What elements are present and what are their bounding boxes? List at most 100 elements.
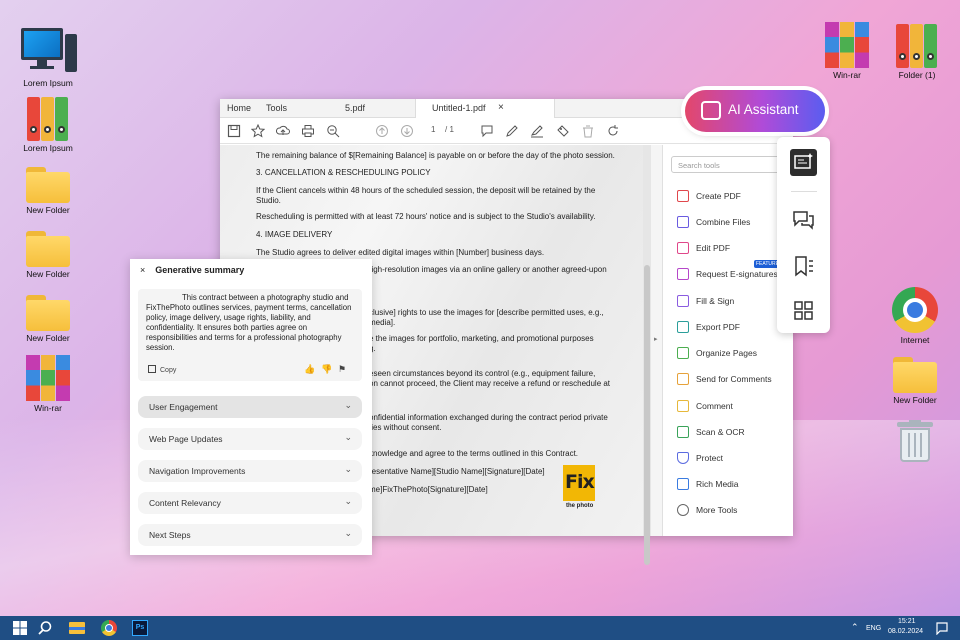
photoshop-icon[interactable]: Ps	[132, 620, 148, 636]
grid-icon[interactable]	[790, 297, 817, 324]
fixthephoto-logo: Fix the photo	[563, 465, 595, 517]
accordion-web-page-updates[interactable]: Web Page Updates ⌄	[138, 428, 362, 450]
accordion-label: Navigation Improvements	[149, 466, 246, 476]
desktop-icon-folder-1[interactable]: New Folder	[13, 167, 83, 215]
clock-time[interactable]: 15:21	[898, 618, 916, 625]
comment-icon[interactable]	[480, 124, 494, 138]
accordion-navigation-improvements[interactable]: Navigation Improvements ⌄	[138, 460, 362, 482]
tab-file-5pdf[interactable]: 5.pdf	[345, 103, 365, 113]
print-icon[interactable]	[301, 124, 315, 138]
desktop-icon-trash[interactable]	[880, 420, 950, 464]
desktop-icon-folder-2[interactable]: New Folder	[13, 231, 83, 279]
bookmark-icon[interactable]	[790, 253, 817, 280]
thumbs-down-icon[interactable]: 👎	[321, 364, 332, 375]
panel-collapse-handle[interactable]: ▸	[651, 145, 663, 536]
more-tools-icon	[677, 504, 689, 516]
doc-line: media].	[369, 318, 396, 327]
copy-icon	[148, 365, 156, 373]
copy-label: Copy	[160, 367, 177, 374]
tool-label: Rich Media	[696, 479, 739, 489]
tab-home[interactable]: Home	[227, 103, 251, 113]
desktop-icon-binders[interactable]: Lorem Ipsum	[13, 95, 83, 153]
accordion-user-engagement[interactable]: User Engagement ⌄	[138, 396, 362, 418]
flag-icon[interactable]: ⚑	[338, 364, 346, 375]
desktop-icon-winrar[interactable]: Win-rar	[13, 355, 83, 413]
star-icon[interactable]	[251, 124, 265, 138]
sign-icon[interactable]	[530, 124, 544, 138]
clock-date[interactable]: 08.02.2024	[888, 628, 923, 635]
save-icon[interactable]	[227, 124, 241, 138]
pen-icon[interactable]	[505, 124, 519, 138]
upload-cloud-icon[interactable]	[276, 124, 290, 138]
chrome-taskbar-icon[interactable]	[101, 620, 117, 636]
close-icon[interactable]: ×	[140, 265, 145, 275]
edit-pdf-icon	[677, 242, 689, 254]
ai-summary-icon[interactable]	[790, 149, 817, 176]
desktop-icon-internet[interactable]: Internet	[880, 287, 950, 345]
esign-icon	[677, 268, 689, 280]
summary-title: Generative summary	[155, 265, 245, 275]
summary-header: × Generative summary	[140, 265, 244, 275]
tab-file-untitled[interactable]: Untitled-1.pdf	[415, 99, 555, 118]
chat-icon[interactable]	[790, 207, 817, 234]
language-indicator[interactable]: ENG	[866, 625, 881, 632]
chevron-down-icon: ⌄	[344, 432, 352, 442]
desktop-icon-label: Win-rar	[833, 70, 861, 80]
summary-card: This contract between a photography stud…	[138, 289, 362, 381]
scan-ocr-icon	[677, 426, 689, 438]
thumbs-up-icon[interactable]: 👍	[304, 364, 315, 375]
desktop-icon-winrar-right[interactable]: Win-rar	[812, 22, 882, 80]
side-panel-divider	[791, 191, 817, 192]
ai-assistant-button[interactable]: AI Assistant	[685, 90, 825, 132]
windows-start-icon[interactable]	[12, 620, 28, 636]
organize-pages-icon	[677, 347, 689, 359]
tool-label: Fill & Sign	[696, 296, 735, 306]
tab-tools[interactable]: Tools	[266, 103, 287, 113]
ai-chat-icon	[701, 101, 721, 120]
tool-label: Organize Pages	[696, 348, 757, 358]
search-icon[interactable]	[37, 620, 53, 636]
chevron-up-icon[interactable]: ⌃	[851, 622, 859, 633]
desktop-icon-label: Lorem Ipsum	[23, 78, 73, 88]
stamp-icon[interactable]	[556, 124, 570, 138]
shield-icon	[677, 452, 689, 464]
tool-label: Request E-signatures	[696, 269, 778, 279]
accordion-content-relevancy[interactable]: Content Relevancy ⌄	[138, 492, 362, 514]
desktop-icon-folder-3[interactable]: New Folder	[13, 295, 83, 343]
page-total: / 1	[445, 125, 454, 134]
accordion-next-steps[interactable]: Next Steps ⌄	[138, 524, 362, 546]
chevron-down-icon: ⌄	[344, 496, 352, 506]
tool-label: Send for Comments	[696, 374, 772, 384]
comment-tool-icon	[677, 400, 689, 412]
chevron-down-icon: ⌄	[344, 464, 352, 474]
desktop-icon-label: New Folder	[26, 205, 70, 215]
trash-icon	[895, 420, 935, 464]
tool-label: Edit PDF	[696, 243, 731, 253]
tools-panel: Search tools Create PDF Combine Files Ed…	[663, 145, 793, 536]
file-explorer-icon[interactable]	[69, 620, 85, 636]
desktop-icon-computer[interactable]: Lorem Ipsum	[13, 26, 83, 88]
accordion-label: Content Relevancy	[149, 498, 221, 508]
search-tools-input[interactable]: Search tools	[671, 156, 781, 173]
desktop-icon-folder-binders[interactable]: Folder (1)	[882, 22, 952, 80]
page-up-icon[interactable]	[375, 124, 389, 138]
zoom-icon[interactable]	[326, 124, 340, 138]
scroll-thumb[interactable]	[644, 265, 650, 565]
copy-button[interactable]: Copy	[148, 365, 176, 374]
close-tab-icon[interactable]: ×	[498, 102, 504, 113]
rotate-icon[interactable]	[606, 124, 620, 138]
desktop-icon-new-folder-right[interactable]: New Folder	[880, 357, 950, 405]
send-comments-icon	[677, 373, 689, 385]
desktop-icon-label: New Folder	[893, 395, 937, 405]
doc-line: If the Client cancels within 48 hours of…	[256, 186, 596, 195]
document-scrollbar[interactable]	[643, 145, 651, 565]
tool-label: Protect	[696, 453, 723, 463]
page-number-input[interactable]: 1	[431, 125, 435, 134]
chevron-down-icon: ⌄	[344, 400, 352, 410]
delete-icon[interactable]	[581, 124, 595, 138]
accordion-label: Next Steps	[149, 530, 191, 540]
desktop-icon-label: New Folder	[26, 269, 70, 279]
notification-icon[interactable]	[935, 621, 949, 635]
chevron-right-icon: ▸	[654, 336, 658, 343]
page-down-icon[interactable]	[400, 124, 414, 138]
